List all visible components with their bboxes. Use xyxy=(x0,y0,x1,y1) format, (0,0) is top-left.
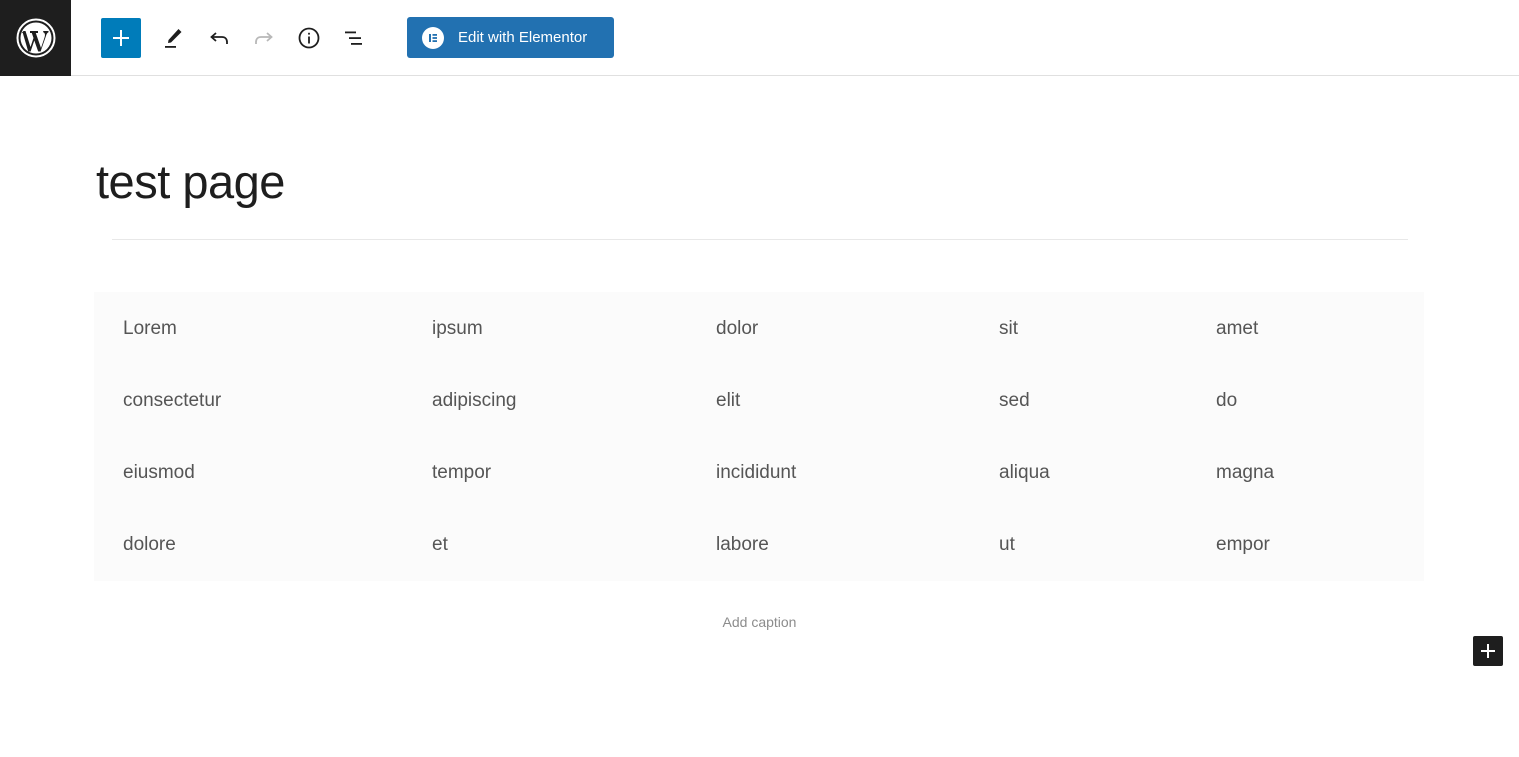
table-cell[interactable]: sed xyxy=(999,390,1030,412)
table-cell[interactable]: adipiscing xyxy=(432,390,517,412)
list-view-icon xyxy=(345,31,362,45)
table-caption-input[interactable]: Add caption xyxy=(0,614,1519,630)
table-cell[interactable]: et xyxy=(432,534,448,556)
table-cell[interactable]: empor xyxy=(1216,534,1270,556)
plus-icon xyxy=(113,30,129,46)
table-cell[interactable]: elit xyxy=(716,390,740,412)
table-cell[interactable]: consectetur xyxy=(123,390,221,412)
undo-button[interactable] xyxy=(199,18,239,58)
redo-icon xyxy=(255,32,273,44)
table-cell[interactable]: aliqua xyxy=(999,462,1050,484)
add-block-inline-button[interactable] xyxy=(1473,636,1503,666)
edit-with-elementor-label: Edit with Elementor xyxy=(458,29,588,46)
table-cell[interactable]: incididunt xyxy=(716,462,796,484)
list-view-button[interactable] xyxy=(334,18,374,58)
table-cell[interactable]: eiusmod xyxy=(123,462,195,484)
details-button[interactable] xyxy=(289,18,329,58)
table-cell[interactable]: labore xyxy=(716,534,769,556)
elementor-icon xyxy=(422,26,444,49)
table-block[interactable]: Lorem ipsum dolor sit amet consectetur a… xyxy=(94,292,1424,581)
table-cell[interactable]: magna xyxy=(1216,462,1274,484)
table-cell[interactable]: amet xyxy=(1216,318,1258,340)
add-block-button[interactable] xyxy=(101,18,141,58)
tools-button[interactable] xyxy=(153,18,193,58)
wordpress-logo-icon[interactable] xyxy=(0,0,71,76)
pencil-icon xyxy=(165,29,182,48)
table-cell[interactable]: dolor xyxy=(716,318,758,340)
info-icon xyxy=(298,27,320,49)
table-cell[interactable]: tempor xyxy=(432,462,491,484)
edit-with-elementor-button[interactable]: Edit with Elementor xyxy=(407,17,614,58)
plus-icon xyxy=(1481,644,1495,658)
table-cell[interactable]: ipsum xyxy=(432,318,483,340)
table-cell[interactable]: Lorem xyxy=(123,318,177,340)
table-cell[interactable]: sit xyxy=(999,318,1018,340)
redo-button[interactable] xyxy=(244,18,284,58)
table-cell[interactable]: do xyxy=(1216,390,1237,412)
undo-icon xyxy=(210,32,228,44)
post-title[interactable]: test page xyxy=(96,154,285,209)
editor-top-toolbar: Edit with Elementor xyxy=(0,0,1519,76)
title-separator xyxy=(112,239,1408,240)
table-cell[interactable]: ut xyxy=(999,534,1015,556)
table-cell[interactable]: dolore xyxy=(123,534,176,556)
